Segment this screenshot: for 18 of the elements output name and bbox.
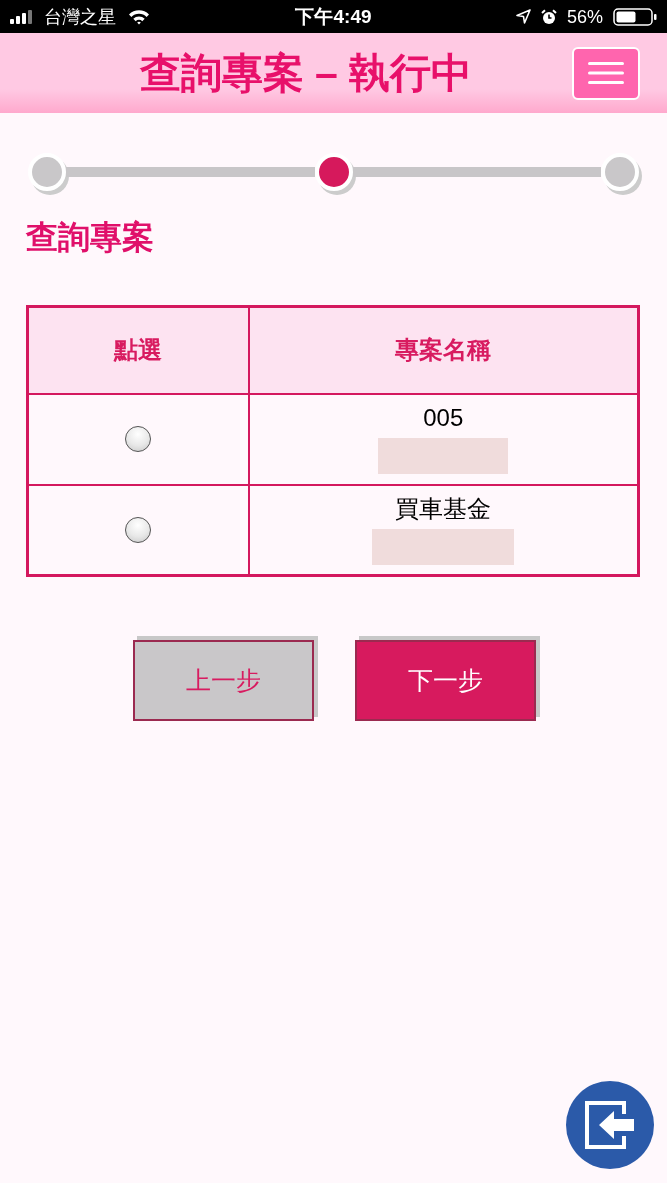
column-header: 點選 <box>27 306 249 394</box>
battery-percent: 56% <box>566 7 603 26</box>
project-name: 買車基金 <box>395 494 492 523</box>
section-title: 查詢專案 <box>26 219 154 255</box>
project-name: 005 <box>423 404 464 432</box>
menu-button[interactable] <box>572 46 640 100</box>
radio-button[interactable] <box>125 426 152 452</box>
column-header: 專案名稱 <box>248 306 639 394</box>
clock-time: 下午4:49 <box>295 7 372 26</box>
carrier-name: 台灣之星 <box>44 7 116 26</box>
radio-button[interactable] <box>125 516 152 543</box>
menu-icon <box>588 62 624 84</box>
alarm-clock-icon <box>540 8 557 25</box>
wifi-icon <box>128 8 150 25</box>
battery-icon <box>613 7 657 26</box>
location-arrow-icon <box>515 9 531 24</box>
exit-door-arrow-icon <box>584 1100 636 1150</box>
page-title: 查詢專案 – 執行中 <box>139 52 473 94</box>
